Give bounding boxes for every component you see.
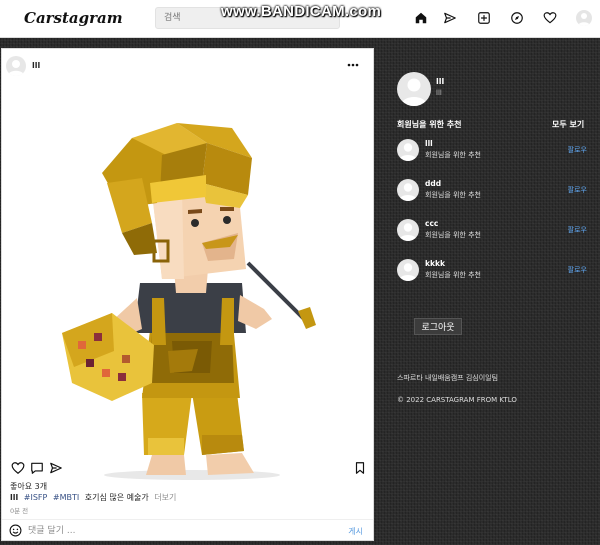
recommendation-item: lll 회원님을 위한 추천 팔로우	[397, 139, 587, 163]
recommended-user-avatar[interactable]	[397, 179, 419, 201]
emoji-icon[interactable]	[9, 524, 22, 537]
recommended-user-avatar[interactable]	[397, 219, 419, 241]
recommended-user-name[interactable]: ccc	[425, 219, 438, 228]
post-timestamp: 0분 전	[10, 507, 29, 515]
recommendations-title: 회원님을 위한 추천	[397, 120, 462, 129]
recommendation-item: ddd 회원님을 위한 추천 팔로우	[397, 179, 587, 203]
follow-button[interactable]: 팔로우	[568, 265, 587, 275]
recommended-user-subtitle: 회원님을 위한 추천	[425, 151, 481, 159]
like-heart-icon[interactable]	[11, 461, 25, 475]
more-options-icon[interactable]	[347, 60, 359, 70]
follow-button[interactable]: 팔로우	[568, 185, 587, 195]
like-count: 좋아요 3개	[10, 482, 48, 491]
follow-button[interactable]: 팔로우	[568, 225, 587, 235]
footer-team-credit: 스파르타 내일배움캠프 김심이일팀	[397, 374, 499, 382]
recommended-user-name[interactable]: lll	[425, 139, 433, 148]
recommended-user-subtitle: 회원님을 위한 추천	[425, 191, 481, 199]
post-caption: lll #ISFP #MBTI 호기심 많은 예술가 더보기	[10, 492, 176, 503]
profile-avatar-icon[interactable]	[576, 10, 592, 26]
logout-button[interactable]: 로그아웃	[414, 318, 462, 335]
hashtag[interactable]: #MBTI	[53, 493, 79, 502]
recommended-user-name[interactable]: ddd	[425, 179, 441, 188]
my-profile-avatar[interactable]	[397, 72, 431, 106]
post-author-name[interactable]: lll	[32, 61, 40, 70]
hashtag[interactable]: #ISFP	[24, 493, 48, 502]
add-post-icon[interactable]	[477, 11, 491, 25]
post-comment-button[interactable]: 게시	[348, 526, 363, 537]
post-image[interactable]	[2, 83, 373, 483]
comment-icon[interactable]	[30, 461, 44, 475]
heart-icon[interactable]	[543, 11, 557, 25]
home-icon[interactable]	[414, 11, 428, 25]
caption-text: 호기심 많은 예술가	[84, 493, 149, 502]
nav-icons	[0, 10, 600, 27]
explore-icon[interactable]	[510, 11, 524, 25]
share-send-icon[interactable]	[49, 461, 63, 475]
post-actions	[2, 461, 373, 479]
comment-bar: 게시	[2, 519, 373, 541]
post-header: lll	[2, 49, 373, 83]
caption-username[interactable]: lll	[10, 493, 18, 502]
recommended-user-subtitle: 회원님을 위한 추천	[425, 231, 481, 239]
comment-input[interactable]	[28, 523, 328, 538]
follow-button[interactable]: 팔로우	[568, 145, 587, 155]
recommended-user-subtitle: 회원님을 위한 추천	[425, 271, 481, 279]
post-author-avatar[interactable]	[6, 56, 26, 76]
see-all-link[interactable]: 모두 보기	[552, 119, 584, 130]
post-card: lll 좋아요 3개 lll #ISFP #MBTI 호기심 많은 예술가 더보…	[1, 48, 374, 541]
my-subtitle: lll	[436, 89, 442, 97]
bookmark-icon[interactable]	[353, 461, 367, 475]
recommended-user-name[interactable]: kkkk	[425, 259, 445, 268]
recommended-user-avatar[interactable]	[397, 259, 419, 281]
recommendation-item: ccc 회원님을 위한 추천 팔로우	[397, 219, 587, 243]
footer-copyright: © 2022 CARSTAGRAM FROM KTLO	[397, 396, 517, 404]
painter-illustration	[62, 123, 316, 480]
top-navigation: Carstagram www.BANDICAM.com	[0, 0, 600, 38]
my-username[interactable]: lll	[436, 77, 444, 86]
recommendation-item: kkkk 회원님을 위한 추천 팔로우	[397, 259, 587, 283]
send-icon[interactable]	[443, 11, 457, 25]
recommended-user-avatar[interactable]	[397, 139, 419, 161]
caption-more-link[interactable]: 더보기	[154, 493, 176, 502]
